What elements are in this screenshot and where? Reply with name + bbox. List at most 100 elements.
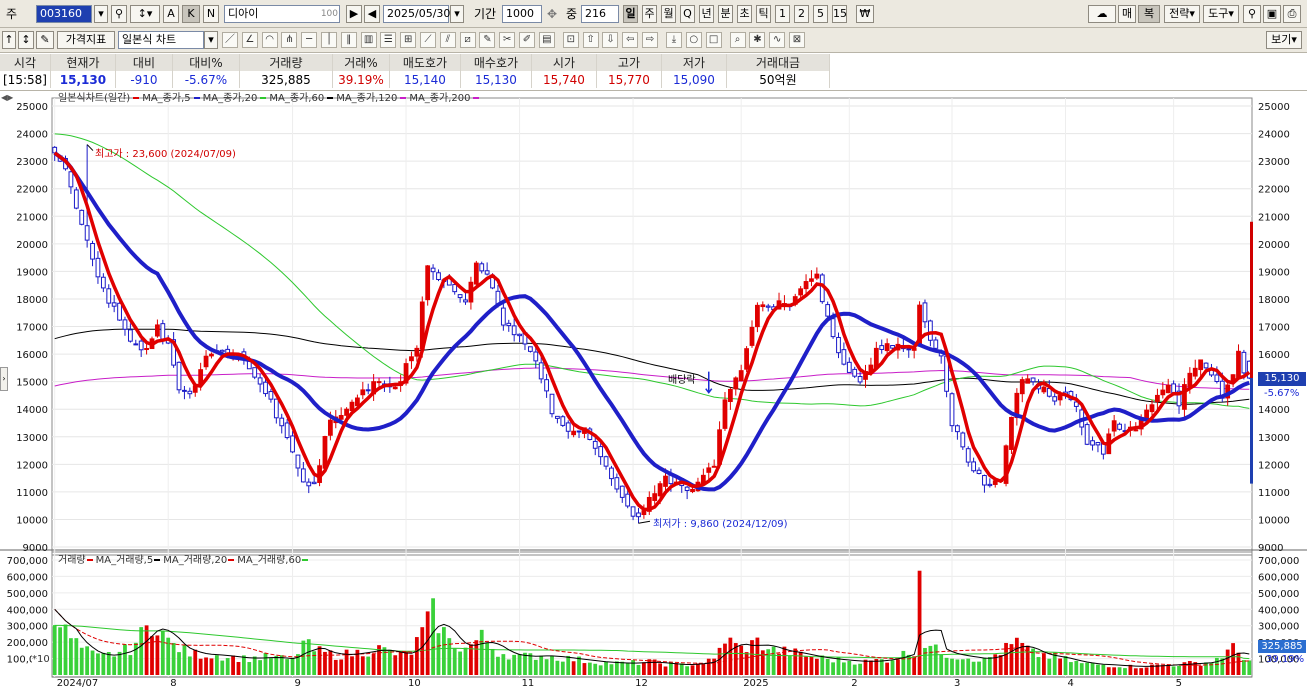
- sort-button[interactable]: ↕▾: [130, 5, 160, 23]
- fan-icon[interactable]: ⋔: [281, 32, 298, 48]
- side-panel-toggle[interactable]: ›: [0, 367, 8, 391]
- interval-button[interactable]: 틱: [756, 5, 771, 23]
- interval-button[interactable]: Q: [680, 5, 695, 23]
- date-input[interactable]: 2025/05/30: [383, 5, 450, 23]
- interval-button[interactable]: 년: [699, 5, 714, 23]
- chevron-down-icon: ▾: [1228, 7, 1234, 20]
- legend-swatch: [228, 559, 235, 561]
- fib-icon[interactable]: ☰: [380, 32, 397, 48]
- volume-bar: [836, 657, 841, 675]
- hline-icon[interactable]: ─: [301, 32, 318, 48]
- stock-code-input[interactable]: 003160: [36, 5, 92, 23]
- chart-type-dropdown[interactable]: ▾: [204, 31, 218, 49]
- vline-icon[interactable]: │: [321, 32, 337, 48]
- tools-button[interactable]: 도구▾: [1203, 5, 1239, 23]
- text-icon[interactable]: ✐: [519, 32, 535, 48]
- view-button[interactable]: 보기▾: [1266, 31, 1302, 49]
- move-right-icon[interactable]: ⇨: [642, 32, 658, 48]
- save-button[interactable]: ▣: [1263, 5, 1281, 23]
- volume-bar: [431, 598, 435, 675]
- quote-header: 고가: [596, 54, 662, 71]
- right-btn-1[interactable]: 매: [1118, 5, 1136, 23]
- price-tick-label: 17000: [1258, 323, 1290, 334]
- table-icon[interactable]: ▤: [538, 32, 555, 48]
- chart-area[interactable]: 9000 9000 10000 10000 11000 11000 12000 12000 13…: [0, 90, 1307, 688]
- interval-button[interactable]: 분: [718, 5, 733, 23]
- print-button[interactable]: ⎙: [1283, 5, 1301, 23]
- interval-button[interactable]: 초: [737, 5, 752, 23]
- interval-button[interactable]: 15: [832, 5, 847, 23]
- interval-button[interactable]: 2: [794, 5, 809, 23]
- import-icon[interactable]: ⤓: [666, 32, 682, 48]
- cloud-button[interactable]: ☁: [1088, 5, 1116, 23]
- angle-icon[interactable]: ∠: [241, 32, 258, 48]
- candle-body: [155, 324, 160, 337]
- pencil-icon[interactable]: ✎: [479, 32, 496, 48]
- search-tool-button[interactable]: ⚲: [1243, 5, 1261, 23]
- interval-button[interactable]: 월: [661, 5, 676, 23]
- stock-name-field[interactable]: 디아이 100: [224, 5, 340, 23]
- candle-body: [922, 302, 928, 323]
- interval-button[interactable]: 주: [642, 5, 657, 23]
- right-btn-2[interactable]: 복: [1138, 5, 1160, 23]
- mode-k-button[interactable]: K: [182, 5, 200, 23]
- cut-icon[interactable]: ✂: [499, 32, 516, 48]
- prev-button[interactable]: ◀: [364, 5, 380, 23]
- star-icon[interactable]: ✱: [749, 32, 766, 48]
- next-button[interactable]: ▶: [346, 5, 362, 23]
- trendline-icon[interactable]: ／: [222, 32, 238, 48]
- search-button[interactable]: ⚲: [111, 5, 127, 23]
- period-input[interactable]: 1000: [502, 5, 542, 23]
- up-arrow-button[interactable]: ↑: [2, 31, 16, 49]
- quote-header: 현재가: [50, 54, 116, 71]
- price-indicator-button[interactable]: 가격지표: [57, 31, 115, 49]
- candle-body: [484, 270, 490, 275]
- interval-button[interactable]: 일: [623, 5, 638, 23]
- tools-label: 도구: [1208, 7, 1229, 20]
- cross-icon[interactable]: ⧄: [459, 32, 476, 48]
- chart-type-select[interactable]: 일본식 차트: [118, 31, 204, 49]
- mode-a-button[interactable]: A: [163, 5, 179, 23]
- price-tick-label: 17000: [16, 323, 48, 334]
- circle-icon[interactable]: ○: [685, 32, 702, 48]
- rect-icon[interactable]: □: [705, 32, 722, 48]
- frame-icon[interactable]: ⊡: [562, 32, 579, 48]
- price-tick-label: 10000: [16, 515, 48, 526]
- date-dropdown-button[interactable]: ▾: [450, 5, 464, 23]
- move-left-icon[interactable]: ⇦: [622, 32, 639, 48]
- price-volume-chart[interactable]: 9000 9000 10000 10000 11000 11000 12000 12000 13…: [0, 90, 1307, 688]
- interval-button[interactable]: 5: [813, 5, 828, 23]
- quote-value: 15,130: [50, 71, 116, 88]
- drawing-toolbar: ↑ ↕ ✎ 가격지표 일본식 차트 ▾ ／ ∠ ◠ ⋔ ─ │ ‖ ▥ ☰ ⊞ ⟋ ⫽ ⧄ ✎ ✂ ✐ ▤ ⊡ ⇧ ⇩…: [0, 28, 1307, 53]
- grid-icon[interactable]: ▥: [360, 32, 377, 48]
- price-tick-label: 25000: [1258, 102, 1290, 113]
- erase-icon[interactable]: ⊠: [789, 32, 805, 48]
- count-input[interactable]: 216: [581, 5, 619, 23]
- updown-button[interactable]: ↕: [18, 31, 34, 49]
- zoom-icon[interactable]: ⌕: [729, 32, 746, 48]
- move-down-icon[interactable]: ⇩: [602, 32, 619, 48]
- box-icon[interactable]: ⊞: [400, 32, 417, 48]
- collapse-arrows-icon[interactable]: ◀▶: [1, 93, 13, 102]
- mode-n-button[interactable]: N: [203, 5, 219, 23]
- candle-body: [933, 339, 939, 349]
- channel-icon[interactable]: ⫽: [439, 32, 456, 48]
- candle-body: [614, 477, 620, 490]
- ray-icon[interactable]: ⟋: [420, 32, 436, 48]
- code-dropdown-button[interactable]: ▾: [94, 5, 108, 23]
- candle-body: [1111, 420, 1117, 432]
- volume-bar: [90, 650, 95, 675]
- volume-bar: [885, 662, 890, 675]
- wave-icon[interactable]: ∿: [769, 32, 786, 48]
- candle-body: [414, 347, 420, 357]
- edit-button[interactable]: ✎: [36, 31, 54, 49]
- won-button[interactable]: ₩: [856, 5, 874, 23]
- price-tick-label: 11000: [1258, 488, 1290, 499]
- ma20-line: [53, 151, 1250, 492]
- candle-body: [733, 377, 739, 390]
- interval-button[interactable]: 1: [775, 5, 790, 23]
- arc-icon[interactable]: ◠: [261, 32, 278, 48]
- parallel-icon[interactable]: ‖: [340, 32, 357, 48]
- move-up-icon[interactable]: ⇧: [582, 32, 599, 48]
- strategy-button[interactable]: 전략▾: [1164, 5, 1200, 23]
